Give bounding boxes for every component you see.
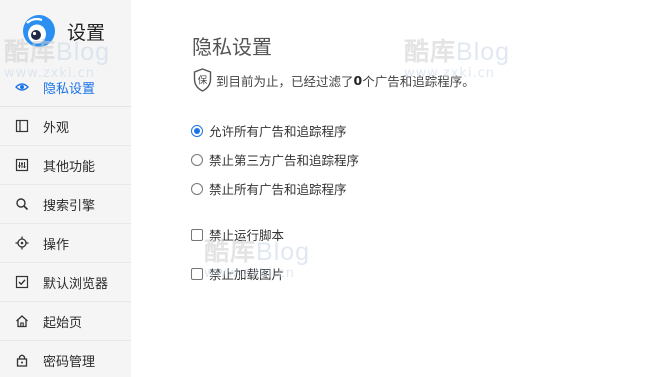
app-title: 设置	[67, 21, 106, 44]
sidebar-item-label: 默认浏览器	[43, 276, 109, 292]
checkbox-block-images[interactable]: 禁止加载图片	[191, 264, 284, 283]
sidebar-item-appearance[interactable]: 外观	[0, 107, 131, 146]
checkbox-label: 禁止加载图片	[209, 267, 285, 282]
sidebar-item-default-browser[interactable]: 默认浏览器	[0, 263, 131, 302]
app-logo-icon	[23, 15, 55, 47]
sidebar-item-operations[interactable]: 操作	[0, 224, 131, 263]
shield-label: 保	[198, 75, 208, 87]
sidebar-item-label: 起始页	[43, 315, 83, 331]
page-title: 隐私设置	[192, 35, 272, 59]
radio-button[interactable]	[191, 182, 203, 195]
search-icon	[15, 197, 29, 211]
radio-block-third-party[interactable]: 禁止第三方广告和追踪程序	[191, 150, 359, 169]
layout-icon	[15, 119, 29, 133]
sidebar-item-label: 外观	[43, 120, 70, 136]
eye-icon	[15, 80, 29, 94]
sidebar-item-label: 搜索引擎	[43, 198, 96, 214]
radio-button[interactable]	[191, 153, 203, 166]
radio-label: 允许所有广告和追踪程序	[209, 124, 347, 139]
radio-button-selected[interactable]	[191, 124, 203, 137]
sliders-icon	[15, 158, 29, 172]
sidebar-item-label: 其他功能	[43, 159, 96, 175]
app-header: 设置	[22, 13, 105, 49]
checkbox[interactable]	[191, 267, 203, 280]
home-icon	[15, 314, 29, 328]
sidebar-item-label: 密码管理	[43, 354, 96, 370]
sidebar-item-label: 操作	[43, 237, 70, 253]
sidebar-item-privacy[interactable]: 隐私设置	[0, 68, 131, 107]
radio-label: 禁止第三方广告和追踪程序	[209, 153, 360, 168]
sidebar-nav: 隐私设置 外观 其他功能 搜索引擎 操作 默认浏览器 起始页 密码管理	[0, 68, 131, 377]
shield-icon: 保	[193, 68, 212, 92]
stat-suffix: 个广告和追踪程序。	[362, 73, 475, 89]
sidebar-item-password-manager[interactable]: 密码管理	[0, 341, 131, 377]
stat-prefix: 到目前为止，已经过滤了	[216, 73, 354, 89]
radio-block-all[interactable]: 禁止所有广告和追踪程序	[191, 179, 347, 198]
sidebar-item-label: 隐私设置	[43, 81, 96, 97]
blocked-count-status: 保 到目前为止，已经过滤了 0 个广告和追踪程序。	[193, 68, 475, 92]
sidebar-item-other-features[interactable]: 其他功能	[0, 146, 131, 185]
radio-label: 禁止所有广告和追踪程序	[209, 182, 347, 197]
sidebar-item-start-page[interactable]: 起始页	[0, 302, 131, 341]
sidebar: 设置 隐私设置 外观 其他功能 搜索引擎 操作 默认浏览器 起始页 密码管理	[0, 0, 131, 377]
stat-count: 0	[353, 72, 363, 88]
privacy-settings-panel: 隐私设置 保 到目前为止，已经过滤了 0 个广告和追踪程序。 允许所有广告和追踪程序…	[131, 0, 667, 377]
lock-icon	[15, 353, 29, 367]
sidebar-item-search-engine[interactable]: 搜索引擎	[0, 185, 131, 224]
checkbox-label: 禁止运行脚本	[209, 228, 285, 243]
checkbox[interactable]	[191, 228, 203, 241]
crosshair-icon	[15, 236, 29, 250]
checkbox-block-scripts[interactable]: 禁止运行脚本	[191, 225, 284, 244]
checkbox-icon	[15, 275, 29, 289]
radio-allow-all[interactable]: 允许所有广告和追踪程序	[191, 121, 347, 140]
